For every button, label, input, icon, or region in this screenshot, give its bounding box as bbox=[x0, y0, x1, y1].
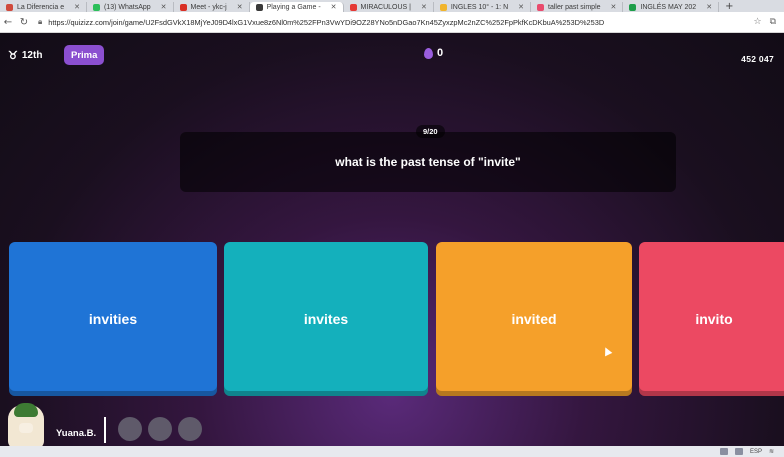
language-indicator[interactable]: ESP bbox=[750, 449, 762, 455]
mode-badge[interactable]: Prima bbox=[64, 45, 105, 65]
reload-icon[interactable]: ↻ bbox=[16, 17, 32, 28]
tab-label: INGLÉS MAY 202 bbox=[640, 3, 697, 11]
tab-label: INGLES 10° - 1: N bbox=[450, 3, 509, 11]
powerup-slot-1[interactable] bbox=[118, 417, 142, 441]
streak-flame-icon bbox=[424, 47, 433, 59]
player-avatar bbox=[8, 403, 44, 449]
rank-indicator: ♉︎ 12th bbox=[8, 46, 42, 64]
browser-tab-8[interactable]: INGLÉS MAY 202 ✕ bbox=[623, 2, 720, 12]
tab-label: (13) WhatsApp bbox=[103, 3, 151, 11]
answer-option-2[interactable]: invites bbox=[224, 242, 428, 396]
close-tab-icon[interactable]: ✕ bbox=[706, 3, 712, 11]
tab-label: Meet - ykc-j bbox=[190, 3, 227, 11]
medal-icon: ♉︎ bbox=[8, 49, 18, 62]
wifi-icon[interactable]: ≋ bbox=[769, 448, 774, 455]
browser-tab-2[interactable]: (13) WhatsApp ✕ bbox=[87, 2, 174, 12]
close-tab-icon[interactable]: ✕ bbox=[421, 3, 427, 11]
browser-tab-1[interactable]: La Diferencia e ✕ bbox=[0, 2, 87, 12]
close-tab-icon[interactable]: ✕ bbox=[331, 3, 337, 11]
answer-option-1[interactable]: invities bbox=[9, 242, 217, 396]
tab-favicon-icon bbox=[439, 3, 447, 11]
taskbar-app-icon[interactable] bbox=[719, 448, 728, 455]
question-box: what is the past tense of "invite" bbox=[180, 132, 676, 192]
browser-tab-6[interactable]: INGLES 10° - 1: N ✕ bbox=[434, 2, 531, 12]
player-name: Yuana.B. bbox=[56, 428, 97, 439]
tab-favicon-icon bbox=[537, 3, 544, 11]
address-bar: ← ↻ 🔒︎ https://quizizz.com/join/game/U2F… bbox=[0, 12, 784, 33]
browser-tab-strip: La Diferencia e ✕ (13) WhatsApp ✕ Meet - y… bbox=[0, 0, 784, 12]
score-display: 452 047 bbox=[741, 54, 774, 64]
quiz-game-area: ♉︎ 12th Prima 0 452 047 what is the past… bbox=[0, 33, 784, 457]
tab-favicon-icon bbox=[6, 3, 13, 11]
browser-tab-5[interactable]: MIRACULOUS | ✕ bbox=[344, 2, 434, 12]
close-tab-icon[interactable]: ✕ bbox=[518, 3, 524, 11]
game-top-bar: ♉︎ 12th Prima 0 452 047 bbox=[0, 33, 784, 81]
extensions-icon[interactable]: ⧉ bbox=[770, 17, 776, 27]
youtube-icon bbox=[349, 3, 357, 11]
new-tab-button[interactable]: + bbox=[719, 1, 739, 12]
whatsapp-icon bbox=[92, 3, 100, 11]
os-taskbar: ESP ≋ bbox=[0, 446, 784, 457]
tab-favicon-icon bbox=[629, 3, 637, 11]
streak-value: 0 bbox=[437, 47, 444, 59]
close-tab-icon[interactable]: ✕ bbox=[161, 3, 167, 11]
answer-label: invito bbox=[695, 311, 733, 327]
url-field[interactable]: 🔒︎ https://quizizz.com/join/game/U2FsdGV… bbox=[38, 15, 753, 29]
close-tab-icon[interactable]: ✕ bbox=[611, 3, 617, 11]
answer-option-3[interactable]: invited bbox=[436, 242, 632, 396]
browser-tab-4-active[interactable]: Playing a Game - ✕ bbox=[249, 2, 344, 12]
tab-label: La Diferencia e bbox=[17, 3, 65, 11]
browser-tab-7[interactable]: taller past simple ✕ bbox=[531, 2, 624, 12]
answer-label: invities bbox=[88, 311, 138, 327]
tab-label: Playing a Game - bbox=[266, 3, 321, 11]
bookmark-star-icon[interactable]: ☆ bbox=[753, 17, 761, 27]
close-tab-icon[interactable]: ✕ bbox=[237, 3, 243, 11]
powerup-slot-2[interactable] bbox=[148, 417, 172, 441]
url-text: https://quizizz.com/join/game/U2FsdGVkX1… bbox=[48, 17, 605, 27]
question-text: what is the past tense of "invite" bbox=[335, 155, 521, 169]
streak-counter: 0 bbox=[424, 47, 443, 59]
back-arrow-icon[interactable]: ← bbox=[0, 17, 16, 28]
answer-label: invited bbox=[511, 311, 557, 327]
tab-label: taller past simple bbox=[548, 3, 601, 11]
close-tab-icon[interactable]: ✕ bbox=[74, 3, 80, 11]
browser-tab-3[interactable]: Meet - ykc-j ✕ bbox=[174, 2, 250, 12]
quizizz-icon bbox=[255, 3, 263, 11]
lock-icon: 🔒︎ bbox=[38, 17, 43, 26]
meet-icon bbox=[179, 3, 187, 11]
rank-text: 12th bbox=[21, 49, 43, 61]
powerup-slot-3[interactable] bbox=[178, 417, 202, 441]
question-counter: 9/20 bbox=[416, 125, 445, 138]
divider bbox=[104, 417, 106, 443]
answer-option-4[interactable]: invito bbox=[639, 242, 784, 396]
tab-label: MIRACULOUS | bbox=[360, 3, 411, 11]
taskbar-app-icon[interactable] bbox=[734, 448, 743, 455]
answer-label: invites bbox=[303, 311, 349, 327]
